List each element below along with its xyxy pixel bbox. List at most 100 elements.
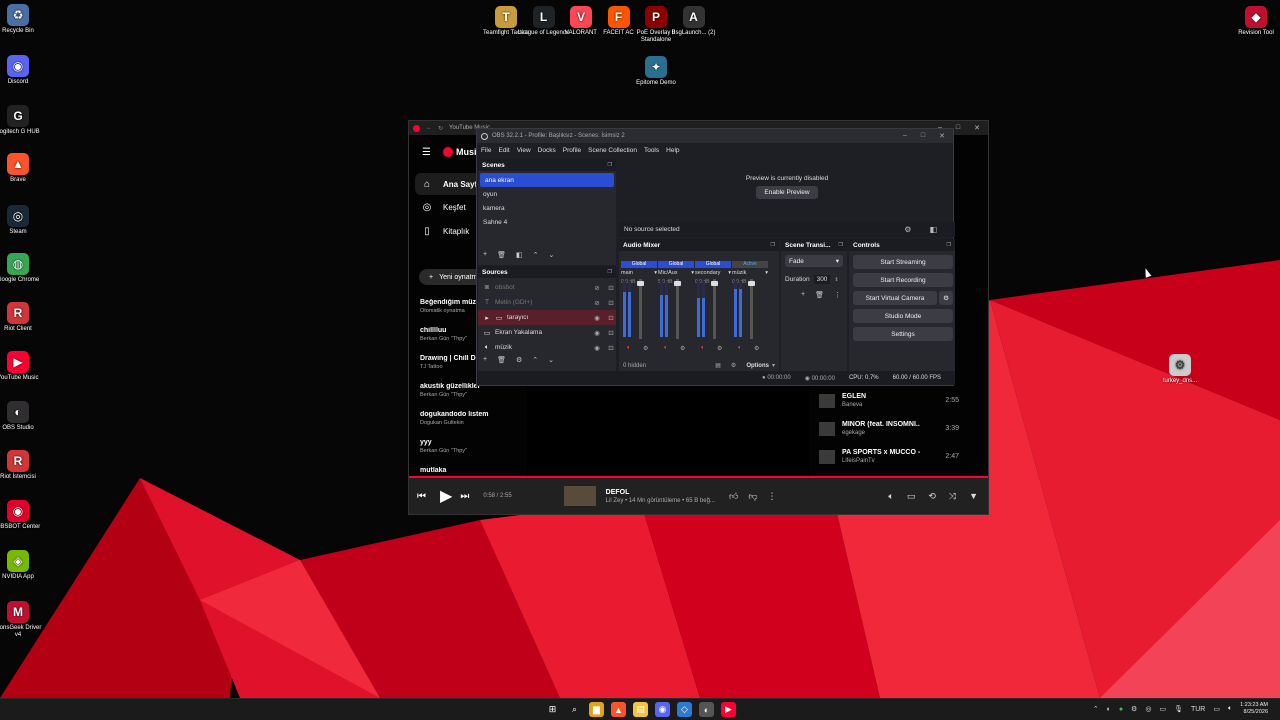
volume-slider[interactable] — [637, 279, 644, 339]
obs-titlebar[interactable]: OBS 32.2.1 - Profile: Başlıksız - Scenes… — [477, 129, 953, 143]
virtual-camera-settings-icon[interactable]: ⚙ — [939, 291, 953, 305]
vscode-icon[interactable]: ◇ — [677, 702, 692, 717]
desktop-icon-steam[interactable]: ◎ Steam — [0, 205, 44, 236]
add-source-icon[interactable]: + — [483, 356, 487, 364]
volume-slider-knob[interactable] — [748, 281, 755, 286]
dislike-icon[interactable]: 👎︎ — [748, 491, 757, 502]
desktop-icon-riot-istemcisi[interactable]: R Riot İstemcisi — [0, 450, 44, 481]
desktop-icon-turkey-dns[interactable]: ⚙ turkey_dns... — [1154, 354, 1206, 385]
channel-settings-icon[interactable]: ⚙ — [717, 345, 722, 352]
dock-popout-icon[interactable]: ❐ — [771, 242, 775, 248]
obs-taskbar-icon[interactable]: ◐ — [699, 702, 714, 717]
transition-select[interactable]: Fade ▾ — [785, 255, 843, 267]
video-area[interactable] — [527, 379, 809, 479]
studio-mode-button[interactable]: Studio Mode — [853, 309, 953, 323]
eye-hidden-icon[interactable]: ⊘ — [592, 284, 602, 292]
stepper-icon[interactable]: ⇕ — [834, 277, 838, 283]
menu-scene-collection[interactable]: Scene Collection — [588, 147, 637, 154]
volume-slider-knob[interactable] — [711, 281, 718, 286]
reload-icon[interactable]: ↻ — [438, 125, 443, 132]
move-down-icon[interactable]: ⌄ — [548, 251, 554, 259]
queue-item[interactable]: MINOR (feat. INSOMNI... egekage 3:39 — [819, 421, 959, 436]
shuffle-icon[interactable]: ⤨ — [949, 491, 956, 502]
clock[interactable]: 1:23:23 AM 8/25/2026 — [1240, 702, 1268, 716]
cast-icon[interactable]: ▭ — [907, 491, 916, 502]
desktop-icon-recycle-bin[interactable]: ♻ Recycle Bin — [0, 4, 44, 35]
desktop-icon-epitome[interactable]: ✦ Epitome Demo — [630, 56, 682, 87]
remove-scene-icon[interactable]: 🗑︎ — [497, 251, 506, 259]
menu-docks[interactable]: Docks — [538, 147, 556, 154]
previous-icon[interactable]: ⏮ — [417, 491, 426, 502]
channel-name-row[interactable]: main ▾ — [621, 270, 657, 276]
desktop-icon-bsg-launcher[interactable]: A BsgLaunch... (2) — [668, 6, 720, 37]
desktop-icon-obsbot[interactable]: ◉ OBSBOT Center — [0, 500, 44, 531]
start-icon[interactable]: ⊞ — [545, 702, 560, 717]
menu-help[interactable]: Help — [666, 147, 679, 154]
obs-maximize-button[interactable]: □ — [921, 132, 925, 140]
desktop-icon-chrome[interactable]: ◍ Google Chrome — [0, 253, 44, 284]
language-indicator[interactable]: TUR — [1191, 706, 1205, 713]
queue-item[interactable]: PA SPORTS x MUCCO - ... LifeisPainTv 2:47 — [819, 449, 959, 464]
channel-name-row[interactable]: secondary ▾ — [695, 270, 731, 276]
remove-source-icon[interactable]: 🗑︎ — [497, 356, 506, 364]
eye-icon[interactable]: ◉ — [592, 344, 602, 352]
more-options-icon[interactable]: ⋮ — [767, 491, 776, 502]
channel-name-row[interactable]: müzik ▾ — [732, 270, 768, 276]
dock-popout-icon[interactable]: ❐ — [947, 242, 951, 248]
brave-taskbar-icon[interactable]: ▲ — [611, 702, 626, 717]
play-icon[interactable]: ▶ — [440, 486, 452, 506]
chevron-up-icon[interactable]: ⌃ — [1093, 705, 1099, 713]
scene-item[interactable]: ana ekran — [480, 173, 614, 187]
ytm-close-button[interactable]: ✕ — [974, 124, 980, 132]
desktop-icon-discord[interactable]: ◉ Discord — [0, 55, 44, 86]
expand-icon[interactable]: ▼ — [969, 491, 978, 502]
volume-slider[interactable] — [711, 279, 718, 339]
tray-display-icon[interactable]: ▭ — [1159, 705, 1166, 713]
channel-settings-icon[interactable]: ⚙ — [754, 345, 759, 352]
discord-taskbar-icon[interactable]: ◉ — [655, 702, 670, 717]
mixer-layout-icon[interactable]: ▤ — [715, 362, 721, 369]
obs-window[interactable]: OBS 32.2.1 - Profile: Başlıksız - Scenes… — [476, 128, 955, 386]
next-icon[interactable]: ⏭ — [460, 491, 469, 502]
eye-icon[interactable]: ◉ — [592, 329, 602, 337]
desktop-icon-monsgeek[interactable]: M MonsGeek Driver v4 — [0, 601, 44, 639]
dock-popout-icon[interactable]: ❐ — [839, 242, 843, 248]
mute-icon[interactable]: 🔈︎ — [701, 345, 705, 352]
lock-icon[interactable]: ⊡ — [606, 314, 616, 322]
start-virtual-camera-button[interactable]: Start Virtual Camera — [853, 291, 937, 305]
mute-icon[interactable]: 🔈︎ — [738, 345, 742, 352]
track-thumbnail[interactable] — [563, 486, 596, 506]
lock-icon[interactable]: ⊡ — [606, 284, 616, 292]
menu-view[interactable]: View — [517, 147, 531, 154]
youtube-music-taskbar-icon[interactable]: ▶ — [721, 702, 736, 717]
back-arrow-icon[interactable]: ← — [426, 125, 432, 131]
source-item[interactable]: ▸ ▭ tarayıcı ◉ ⊡ — [478, 310, 616, 325]
scene-filters-icon[interactable]: ◧ — [516, 251, 523, 259]
lock-icon[interactable]: ⊡ — [606, 344, 616, 352]
filters-icon[interactable]: ◧ — [929, 225, 937, 234]
hamburger-menu-icon[interactable]: ☰ — [422, 147, 431, 158]
scene-item[interactable]: kamera — [478, 201, 616, 215]
scene-item[interactable]: Sahne 4 — [478, 215, 616, 229]
queue-item[interactable]: EĞLEN Baneva 2:55 — [819, 393, 959, 408]
volume-slider[interactable] — [674, 279, 681, 339]
eye-hidden-icon[interactable]: ⊘ — [592, 299, 602, 307]
eye-icon[interactable]: ◉ — [592, 314, 602, 322]
tray-steam-icon[interactable]: ◎ — [1145, 705, 1151, 713]
source-item[interactable]: ▭ Ekran Yakalama ◉ ⊡ — [478, 325, 616, 340]
move-down-icon[interactable]: ⌄ — [548, 356, 554, 364]
obs-close-button[interactable]: ✕ — [939, 132, 945, 140]
move-up-icon[interactable]: ⌃ — [532, 356, 538, 364]
settings-button[interactable]: Settings — [853, 327, 953, 341]
more-options-icon[interactable]: ⋮ — [834, 291, 841, 299]
volume-slider-knob[interactable] — [674, 281, 681, 286]
repeat-icon[interactable]: ⟲ — [928, 491, 936, 502]
scene-item[interactable]: oyun — [478, 187, 616, 201]
move-up-icon[interactable]: ⌃ — [533, 251, 539, 259]
lock-icon[interactable]: ⊡ — [606, 329, 616, 337]
desktop-icon-brave[interactable]: ▲ Brave — [0, 153, 44, 184]
playlist-item[interactable]: dogukandodo listem Dogukan Gultekin — [420, 411, 520, 426]
add-transition-icon[interactable]: + — [801, 291, 805, 299]
like-icon[interactable]: 👍︎ — [729, 491, 738, 502]
add-scene-icon[interactable]: + — [483, 251, 487, 259]
